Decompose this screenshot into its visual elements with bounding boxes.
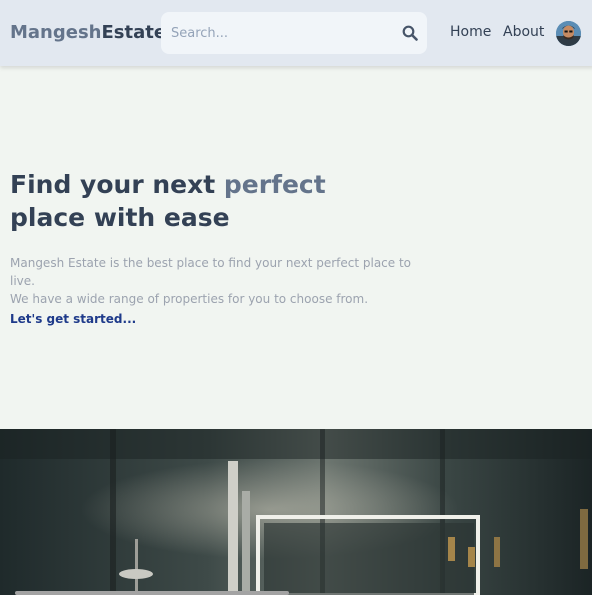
hero-title-part1: Find your next <box>10 170 224 199</box>
bathroom-photo <box>0 429 592 595</box>
hero-desc-line1: Mangesh Estate is the best place to find… <box>10 256 412 288</box>
hero-desc-line2: We have a wide range of properties for y… <box>10 292 369 306</box>
header: MangeshEstate Home About <box>0 0 594 66</box>
hero-title-accent: perfect <box>223 170 326 199</box>
logo[interactable]: MangeshEstate <box>10 22 166 43</box>
avatar[interactable] <box>556 21 581 46</box>
hero-title: Find your next perfect place with ease <box>10 168 340 234</box>
nav-home-link[interactable]: Home <box>450 24 491 40</box>
hero-description: Mangesh Estate is the best place to find… <box>10 254 430 308</box>
search-icon[interactable] <box>402 25 418 41</box>
nav-about-link[interactable]: About <box>503 24 544 40</box>
search-input[interactable] <box>171 12 391 54</box>
featured-property-image <box>0 429 592 595</box>
logo-part2: Estate <box>101 22 167 43</box>
get-started-link[interactable]: Let's get started... <box>10 312 136 326</box>
logo-part1: Mangesh <box>10 22 102 43</box>
user-avatar-icon <box>556 21 581 46</box>
hero-title-part2: place with ease <box>10 203 230 232</box>
horizontal-scrollbar[interactable] <box>15 591 289 595</box>
search-box <box>161 12 427 54</box>
